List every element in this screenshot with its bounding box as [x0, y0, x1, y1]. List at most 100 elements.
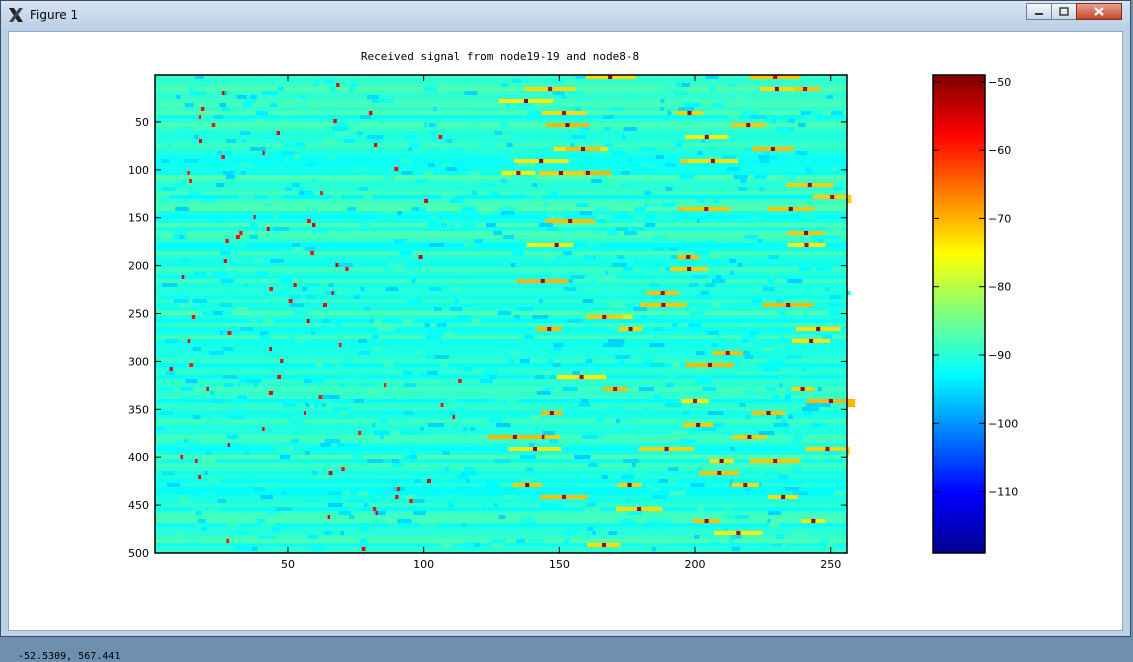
heatmap-noise [176, 531, 183, 535]
heatmap-noise [385, 287, 399, 291]
heatmap-row [155, 255, 847, 259]
heatmap-noise [618, 359, 625, 363]
heatmap-noise [340, 383, 346, 387]
heatmap-noise [801, 367, 807, 371]
heatmap-noise [265, 511, 278, 515]
title-bar[interactable]: Figure 1 [1, 1, 1130, 31]
heatmap-noise [672, 331, 681, 335]
heatmap-noise [200, 323, 218, 327]
heatmap-noise [274, 215, 279, 219]
heatmap-noise [166, 451, 183, 455]
heatmap-noise [311, 379, 325, 383]
heatmap-noise [565, 535, 575, 539]
heatmap-noise [606, 183, 623, 187]
heatmap-noise [739, 403, 746, 407]
heatmap-noise [210, 391, 215, 395]
heatmap-noise [564, 531, 574, 535]
heatmap-row [155, 495, 847, 499]
heatmap-noise [815, 363, 829, 367]
heatmap-noise [738, 303, 749, 307]
heatmap-noise [344, 359, 354, 363]
heatmap-noise [735, 515, 750, 519]
heatmap-noise [264, 315, 268, 319]
heatmap-noise [348, 499, 363, 503]
heatmap-noise [572, 371, 580, 375]
heatmap-noise [675, 143, 683, 147]
heatmap-noise [612, 131, 621, 135]
heatmap-noise [659, 107, 664, 111]
heatmap-noise [728, 539, 734, 543]
heatmap-noise [291, 439, 300, 443]
heatmap-noise [604, 127, 611, 131]
close-button[interactable] [1076, 3, 1122, 20]
colorbar-tick-label: −60 [988, 144, 1011, 157]
heatmap-noise [660, 99, 665, 103]
heatmap-noise [304, 283, 319, 287]
heatmap-noise [720, 163, 731, 167]
heatmap-noise [776, 343, 789, 347]
heatmap-noise [669, 491, 686, 495]
heatmap-noise [470, 179, 475, 183]
heatmap-noise [578, 403, 590, 407]
heatmap-noise [647, 267, 661, 271]
heatmap-row [155, 283, 847, 287]
heatmap-noise [353, 295, 361, 299]
heatmap-noise [554, 79, 563, 83]
heatmap-noise [268, 351, 274, 355]
heatmap-noise [579, 211, 593, 215]
heatmap-noise [272, 227, 290, 231]
heatmap-noise [195, 523, 204, 527]
heatmap-noise [725, 431, 731, 435]
heatmap-row [155, 451, 847, 455]
heatmap-noise [641, 163, 654, 167]
minimize-button[interactable] [1026, 3, 1052, 20]
heatmap-row [155, 183, 847, 187]
heatmap-noise [246, 379, 262, 383]
heatmap-noise [552, 363, 561, 367]
figure-canvas[interactable]: Received signal from node19-19 and node8… [8, 31, 1123, 662]
heatmap-noise [435, 155, 450, 159]
heatmap-noise [646, 543, 657, 547]
heatmap-noise [678, 107, 694, 111]
heatmap-noise [460, 223, 476, 227]
heatmap-noise [470, 427, 476, 431]
heatmap-noise [179, 291, 185, 295]
heatmap-noise [456, 187, 461, 191]
heatmap-noise [568, 91, 583, 95]
heatmap-noise [787, 119, 795, 123]
heatmap-noise [612, 151, 626, 155]
heatmap-noise [694, 535, 700, 539]
heatmap-noise [666, 263, 684, 267]
heatmap-noise [476, 291, 487, 295]
heatmap-noise [204, 471, 208, 475]
heatmap-noise [402, 319, 414, 323]
heatmap-noise [201, 311, 214, 315]
heatmap-noise [238, 163, 253, 167]
heatmap-noise [481, 143, 496, 147]
heatmap-noise [552, 91, 565, 95]
heatmap-noise [715, 275, 722, 279]
heatmap-noise [184, 395, 198, 399]
heatmap-noise [612, 119, 621, 123]
heatmap-noise [244, 283, 248, 287]
heatmap-noise [615, 355, 631, 359]
maximize-button[interactable] [1051, 3, 1077, 20]
heatmap-noise [697, 151, 703, 155]
heatmap-noise [478, 183, 496, 187]
heatmap-noise [411, 207, 417, 211]
heatmap-noise [665, 375, 674, 379]
heatmap-row [155, 155, 847, 159]
heatmap-noise [197, 519, 206, 523]
heatmap-noise [516, 175, 534, 179]
heatmap-row [155, 523, 847, 527]
heatmap-noise [500, 211, 515, 215]
heatmap-noise [653, 235, 667, 239]
heatmap-noise [571, 135, 586, 139]
heatmap-noise [599, 227, 608, 231]
heatmap-noise [540, 291, 547, 295]
heatmap-noise [826, 543, 834, 547]
heatmap-noise [275, 291, 291, 295]
heatmap-noise [235, 531, 249, 535]
heatmap-noise [493, 503, 498, 507]
minimize-icon [1035, 13, 1043, 15]
